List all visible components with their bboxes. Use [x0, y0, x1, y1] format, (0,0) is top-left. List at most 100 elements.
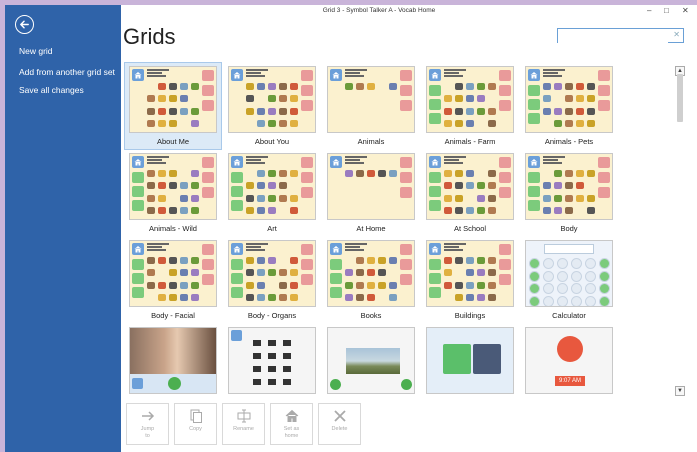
grid-tile[interactable]: Buildings: [422, 237, 518, 323]
grid-tile[interactable]: Animals - Pets: [521, 63, 617, 149]
symbol-cell: [465, 93, 475, 104]
symbol-picture: [356, 95, 364, 102]
grid-tile[interactable]: Animals - Wild: [125, 150, 221, 236]
symbol-picture: [488, 170, 496, 178]
grid-tile[interactable]: [224, 324, 320, 396]
grid-tile[interactable]: 9:07 AM: [521, 324, 617, 396]
symbol-picture: [554, 206, 562, 214]
symbol-cell: [278, 280, 288, 291]
symbol-picture: [268, 206, 276, 214]
symbol-cell: [377, 81, 387, 92]
symbol-cell: [553, 93, 563, 104]
symbol-picture: [191, 257, 199, 265]
symbol-cell: [575, 168, 585, 179]
symbol-cell: [278, 193, 288, 204]
side-nav-button: [132, 172, 144, 183]
scroll-thumb[interactable]: [677, 74, 683, 122]
grid-tile[interactable]: Art: [224, 150, 320, 236]
symbol-cell: [168, 180, 178, 191]
symbol-picture: [191, 119, 199, 127]
symbol-cell: [256, 267, 266, 278]
symbol-cell: [168, 193, 178, 204]
grid-tile-label: Animals: [357, 137, 385, 146]
minimize-button[interactable]: –: [647, 6, 651, 15]
symbol-picture: [488, 269, 496, 277]
list-item-icon: [268, 340, 276, 346]
rename-button[interactable]: Rename: [222, 403, 265, 445]
symbol-picture: [488, 182, 496, 190]
grid-thumbnail: [228, 66, 316, 133]
symbol-picture: [367, 293, 375, 301]
symbol-picture: [345, 170, 353, 178]
symbol-picture: [268, 119, 276, 127]
grid-tile[interactable]: About You: [224, 63, 320, 149]
symbol-picture: [246, 293, 254, 301]
symbol-cell: [366, 193, 376, 204]
symbol-picture: [477, 194, 485, 202]
scroll-down-button[interactable]: ▼: [675, 386, 685, 396]
home-icon: [330, 156, 342, 168]
grid-tile[interactable]: [323, 324, 419, 396]
symbol-picture: [257, 119, 265, 127]
grid-tile[interactable]: About Me: [124, 62, 222, 150]
symbol-cell: [179, 255, 189, 266]
symbol-picture: [466, 281, 474, 289]
grid-tile[interactable]: Books: [323, 237, 419, 323]
jump-to-button[interactable]: Jump to: [126, 403, 169, 445]
grid-tile[interactable]: Calculator: [521, 237, 617, 323]
new-grid-button[interactable]: New grid: [19, 46, 53, 56]
symbol-picture: [147, 83, 155, 90]
grid-thumbnail: [327, 153, 415, 220]
grid-tile[interactable]: Body - Organs: [224, 237, 320, 323]
maximize-button[interactable]: □: [664, 6, 669, 15]
grid-tile[interactable]: [422, 324, 518, 396]
back-button[interactable]: [15, 15, 34, 34]
calculator-key: [571, 270, 582, 282]
symbol-grid: [245, 255, 299, 303]
search-input[interactable]: [558, 33, 668, 46]
symbol-picture: [367, 170, 375, 178]
grid-toolbar: Jump to Copy Rename Set as home Delete: [126, 403, 361, 445]
grid-tile[interactable]: [125, 324, 221, 396]
grid-thumbnail: [525, 66, 613, 133]
grid-tile[interactable]: At School: [422, 150, 518, 236]
copy-button[interactable]: Copy: [174, 403, 217, 445]
symbol-picture: [345, 195, 353, 202]
symbol-picture: [444, 206, 452, 214]
symbol-picture: [246, 95, 254, 103]
symbol-picture: [488, 206, 496, 214]
grid-thumbnail: [129, 240, 217, 307]
vertical-scrollbar[interactable]: ▲ ▼: [675, 60, 685, 396]
symbol-cell: [157, 118, 167, 129]
grid-tile[interactable]: Body - Facial: [125, 237, 221, 323]
symbol-picture: [268, 269, 276, 277]
add-from-another-grid-set-button[interactable]: Add from another grid set: [19, 67, 115, 77]
grid-tile[interactable]: Body: [521, 150, 617, 236]
save-all-changes-button[interactable]: Save all changes: [19, 85, 84, 95]
symbol-cell: [190, 81, 200, 92]
symbol-cell: [553, 81, 563, 92]
symbol-cell: [289, 81, 299, 92]
grid-tile-label: Art: [267, 224, 277, 233]
symbol-picture: [587, 182, 595, 189]
symbol-cell: [377, 205, 387, 216]
symbol-cell: [586, 205, 596, 216]
home-icon: [231, 243, 243, 255]
delete-button[interactable]: Delete: [318, 403, 361, 445]
symbol-cell: [289, 106, 299, 117]
symbol-picture: [180, 83, 188, 91]
symbol-picture: [389, 95, 397, 102]
symbol-picture: [345, 269, 353, 277]
grid-tile[interactable]: Animals - Farm: [422, 63, 518, 149]
symbol-picture: [180, 120, 188, 127]
clear-search-icon[interactable]: ✕: [673, 30, 680, 39]
grid-tile-label: About You: [254, 137, 290, 146]
grid-tile[interactable]: At Home: [323, 150, 419, 236]
symbol-picture: [587, 119, 595, 127]
play-indicator: [168, 377, 181, 390]
symbol-picture: [356, 269, 364, 277]
grid-tile[interactable]: Animals: [323, 63, 419, 149]
set-as-home-button[interactable]: Set as home: [270, 403, 313, 445]
close-button[interactable]: ✕: [682, 6, 689, 15]
symbol-cell: [355, 81, 365, 92]
